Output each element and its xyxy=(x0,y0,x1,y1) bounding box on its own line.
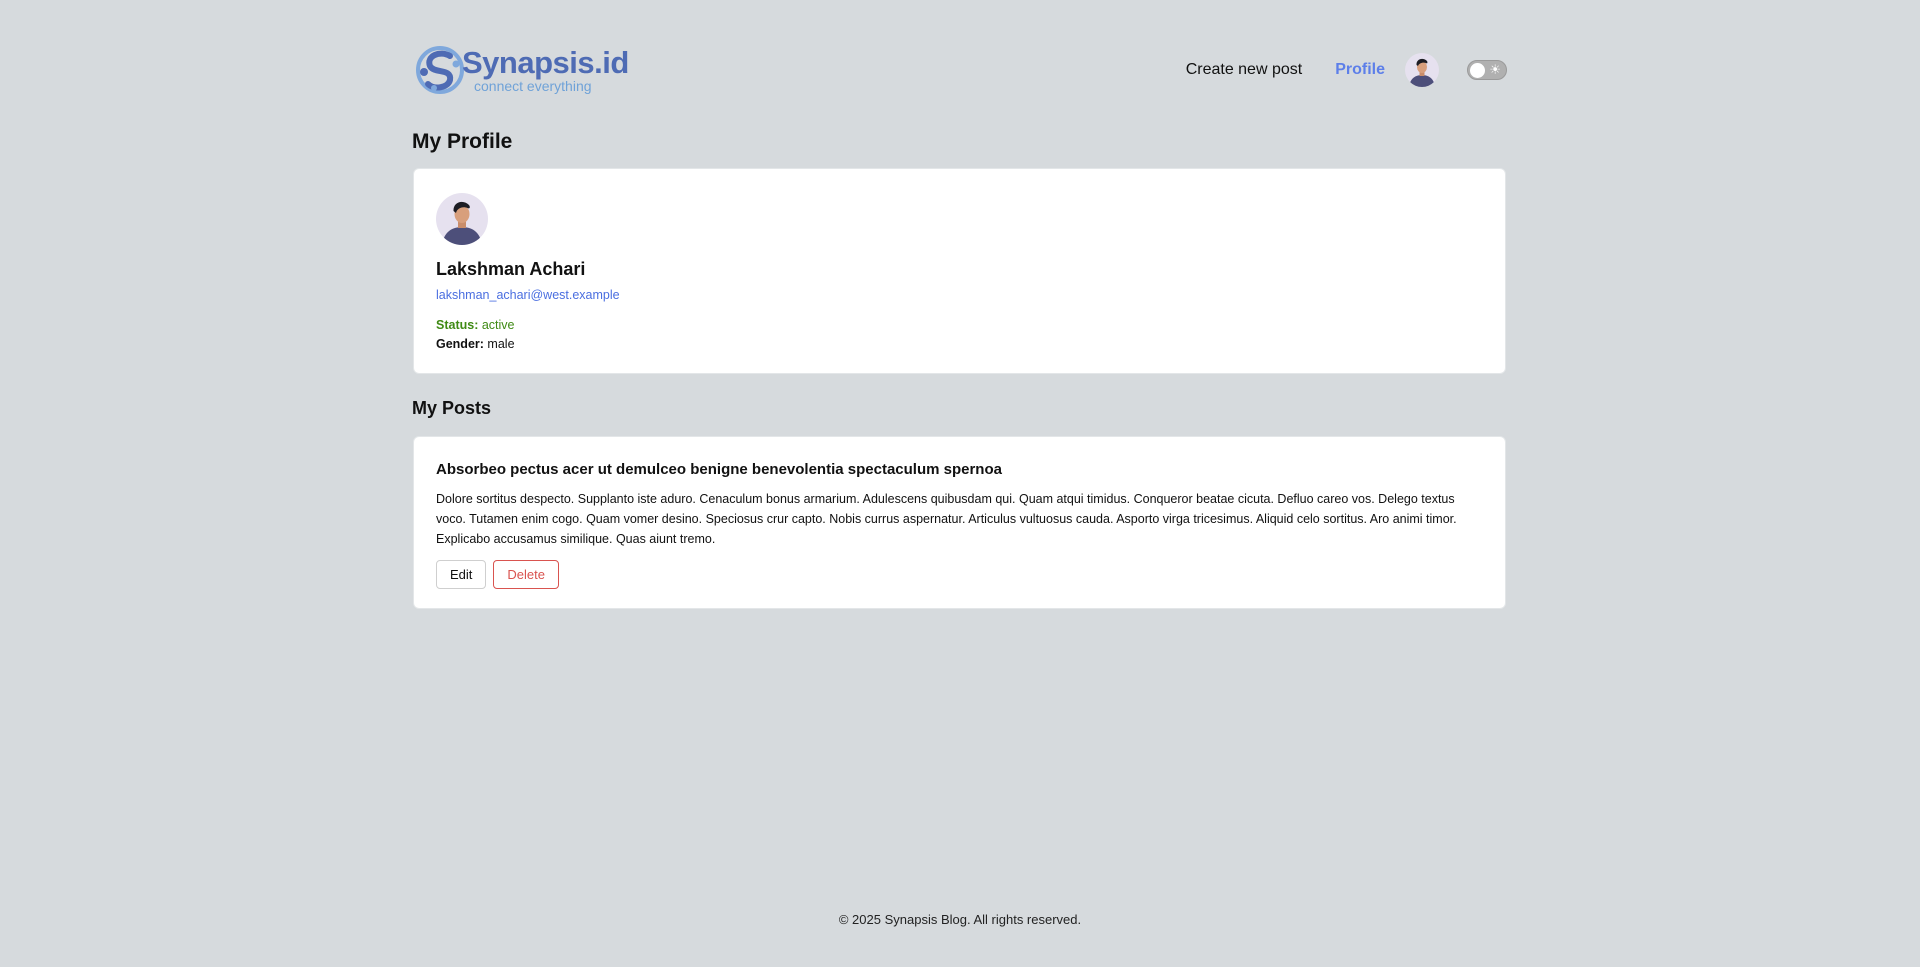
nav-menu: Create new post Profile ☀ xyxy=(1186,53,1507,87)
profile-card: Lakshman Achari lakshman_achari@west.exa… xyxy=(413,168,1506,374)
logo-tagline: connect everything xyxy=(474,78,592,94)
user-avatar[interactable] xyxy=(1405,53,1439,87)
logo[interactable]: Synapsis.id connect everything xyxy=(412,40,629,100)
footer-copyright: © 2025 Synapsis Blog. All rights reserve… xyxy=(838,912,1082,927)
profile-link[interactable]: Profile xyxy=(1335,61,1385,79)
user-email[interactable]: lakshman_achari@west.example xyxy=(436,288,1483,302)
avatar-icon xyxy=(436,193,488,245)
gender-label: Gender: xyxy=(436,337,484,351)
gender-value: male xyxy=(487,337,515,351)
edit-button[interactable]: Edit xyxy=(436,560,487,589)
page: Synapsis.id connect everything Create ne… xyxy=(0,0,1920,967)
delete-button[interactable]: Delete xyxy=(493,560,559,589)
avatar-icon xyxy=(1405,53,1439,87)
post-actions: Edit Delete xyxy=(436,560,1483,589)
post-title: Absorbeo pectus acer ut demulceo benigne… xyxy=(436,461,1002,478)
status-row: Status: active xyxy=(436,318,1483,332)
logo-name: Synapsis.id xyxy=(462,45,629,80)
user-name: Lakshman Achari xyxy=(436,259,586,279)
gender-row: Gender: male xyxy=(436,337,1483,351)
post-card: Absorbeo pectus acer ut demulceo benigne… xyxy=(413,436,1506,609)
theme-toggle[interactable]: ☀ xyxy=(1467,60,1507,80)
profile-avatar xyxy=(436,193,488,245)
posts-heading: My Posts xyxy=(412,398,492,418)
synapsis-logo-icon xyxy=(416,46,464,94)
post-body: Dolore sortitus despecto. Supplanto iste… xyxy=(436,492,1457,546)
status-value: active xyxy=(481,318,515,332)
page-title: My Profile xyxy=(412,130,513,153)
sun-icon: ☀ xyxy=(1489,62,1501,77)
create-new-post-link[interactable]: Create new post xyxy=(1186,61,1303,79)
status-label: Status: xyxy=(436,318,479,332)
top-navbar: Synapsis.id connect everything Create ne… xyxy=(412,40,1507,100)
toggle-knob xyxy=(1470,63,1485,78)
